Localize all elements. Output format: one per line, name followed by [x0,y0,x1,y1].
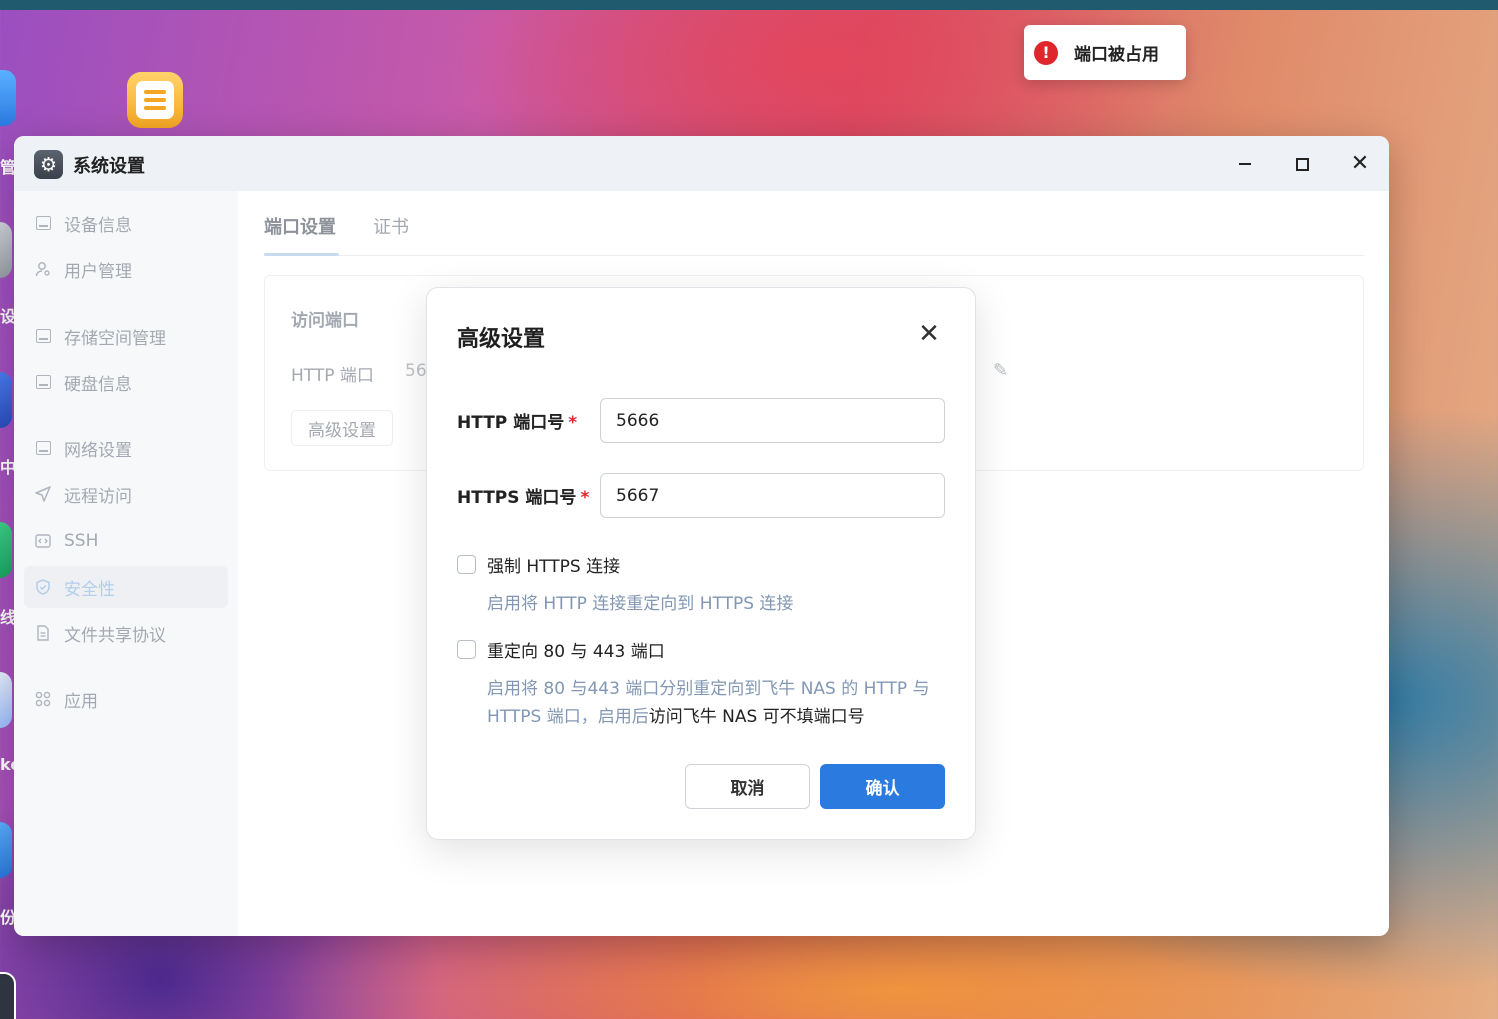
redirect-ports-checkbox[interactable] [457,640,476,659]
desktop-settings-label: 设置 [0,307,14,326]
desktop-app-icon[interactable] [0,822,12,878]
https-port-input[interactable] [600,473,945,518]
desktop-app-label: ker [0,755,14,774]
cancel-button[interactable]: 取消 [685,764,810,809]
advanced-settings-dialog: 高级设置 ✕ HTTP 端口号* HTTPS 端口号* 强制 HTTPS 连接 … [426,287,976,840]
sidebar-item-storage[interactable]: 存储空间管理 [24,315,228,357]
force-https-option[interactable]: 强制 HTTPS 连接 [457,552,620,577]
sidebar-item-remote-access[interactable]: 远程访问 [24,473,228,515]
http-port-field-label: HTTP 端口号 * [457,408,577,433]
code-icon [35,533,51,549]
sidebar-item-label: SSH [64,531,99,551]
sidebar-item-label: 文件共享协议 [64,625,166,646]
toast-message: 端口被占用 [1074,45,1159,65]
redirect-hint-line2-b: 访问飞牛 NAS 可不填端口号 [648,707,865,727]
force-https-label: 强制 HTTPS 连接 [487,557,621,577]
sidebar-item-label: 安全性 [64,579,115,600]
user-icon [35,261,51,277]
apps-icon [35,691,51,707]
gear-icon: ⚙ [34,150,63,179]
sidebar-item-file-sharing[interactable]: 文件共享协议 [24,612,228,654]
force-https-checkbox[interactable] [457,555,476,574]
sidebar-item-network[interactable]: 网络设置 [24,427,228,469]
active-tab-indicator [264,253,339,256]
dialog-close-button[interactable]: ✕ [915,319,943,349]
sidebar-item-device-info[interactable]: 设备信息 [24,202,228,244]
sidebar-item-security[interactable]: 安全性 [24,566,228,608]
minimize-icon [1239,163,1251,165]
device-icon [35,215,51,231]
desktop-app-icon[interactable] [0,972,16,1019]
network-icon [35,440,51,456]
send-icon [35,486,51,502]
close-icon: ✕ [918,319,940,349]
http-port-value: 56 [405,361,427,381]
desktop-app-label: 份 [0,908,14,927]
desktop-app-label: 线 [0,608,14,627]
error-icon: ! [1034,40,1058,65]
redirect-ports-label: 重定向 80 与 443 端口 [487,642,665,662]
sidebar: 设备信息 用户管理 存储空间管理 硬盘信息 网络设置 远程访问 SSH 安全性 … [14,191,238,936]
force-https-hint: 启用将 HTTP 连接重定向到 HTTPS 连接 [487,594,794,614]
http-port-input[interactable] [600,398,945,443]
storage-icon [35,328,51,344]
window-titlebar[interactable]: ⚙ 系统设置 ✕ [14,136,1389,191]
notes-app-icon[interactable] [127,72,183,128]
sidebar-item-label: 网络设置 [64,440,132,461]
tab-divider [264,255,1364,256]
redirect-ports-option[interactable]: 重定向 80 与 443 端口 [457,637,665,662]
http-port-label: HTTP 端口 [291,366,374,386]
sidebar-item-label: 远程访问 [64,486,132,507]
file-icon [35,625,51,641]
disk-icon [35,374,51,390]
sidebar-item-disk-info[interactable]: 硬盘信息 [24,361,228,403]
sidebar-item-label: 硬盘信息 [64,374,132,395]
minimize-button[interactable] [1231,150,1259,178]
tab-certificate[interactable]: 证书 [373,213,409,239]
redirect-ports-hint: 启用将 80 与443 端口分别重定向到飞牛 NAS 的 HTTP 与 HTTP… [487,675,947,731]
maximize-icon [1295,157,1309,171]
card-title: 访问端口 [291,311,359,331]
https-port-label-text: HTTPS 端口号 [457,488,577,508]
https-port-field-label: HTTPS 端口号 * [457,483,589,508]
close-icon: ✕ [1350,151,1370,176]
desktop-app-label: 管理 [0,158,14,177]
redirect-hint-line2-a: HTTPS 端口，启用后 [487,707,649,727]
sidebar-item-apps[interactable]: 应用 [24,678,228,720]
confirm-button[interactable]: 确认 [820,764,945,809]
error-toast: ! 端口被占用 [1024,25,1186,80]
dialog-title: 高级设置 [457,327,546,352]
sidebar-item-label: 设备信息 [64,215,132,236]
top-strip [0,0,1498,10]
sidebar-item-ssh[interactable]: SSH [24,520,228,562]
required-mark: * [580,488,590,508]
advanced-settings-button[interactable]: 高级设置 [291,410,393,446]
redirect-hint-line2: HTTPS 端口，启用后访问飞牛 NAS 可不填端口号 [487,703,947,731]
edit-icon[interactable]: ✎ [993,360,1008,381]
redirect-hint-line1: 启用将 80 与443 端口分别重定向到飞牛 NAS 的 HTTP 与 [487,679,930,699]
desktop-app-icon[interactable] [0,672,12,728]
shield-icon [35,579,51,595]
sidebar-item-label: 存储空间管理 [64,328,166,349]
close-button[interactable]: ✕ [1346,150,1374,178]
desktop-app-icon[interactable] [0,372,12,428]
tab-port-settings[interactable]: 端口设置 [264,213,336,239]
desktop-app-label: 中心 [0,458,14,477]
maximize-button[interactable] [1288,150,1316,178]
desktop-app-icon[interactable] [0,522,12,578]
window-title: 系统设置 [73,156,145,177]
sidebar-item-label: 应用 [64,691,98,712]
desktop-settings-icon[interactable] [0,222,12,278]
http-port-label-text: HTTP 端口号 [457,413,565,433]
desktop-app-icon[interactable] [0,70,16,126]
sidebar-item-user-management[interactable]: 用户管理 [24,248,228,290]
required-mark: * [568,413,578,433]
sidebar-item-label: 用户管理 [64,261,132,282]
